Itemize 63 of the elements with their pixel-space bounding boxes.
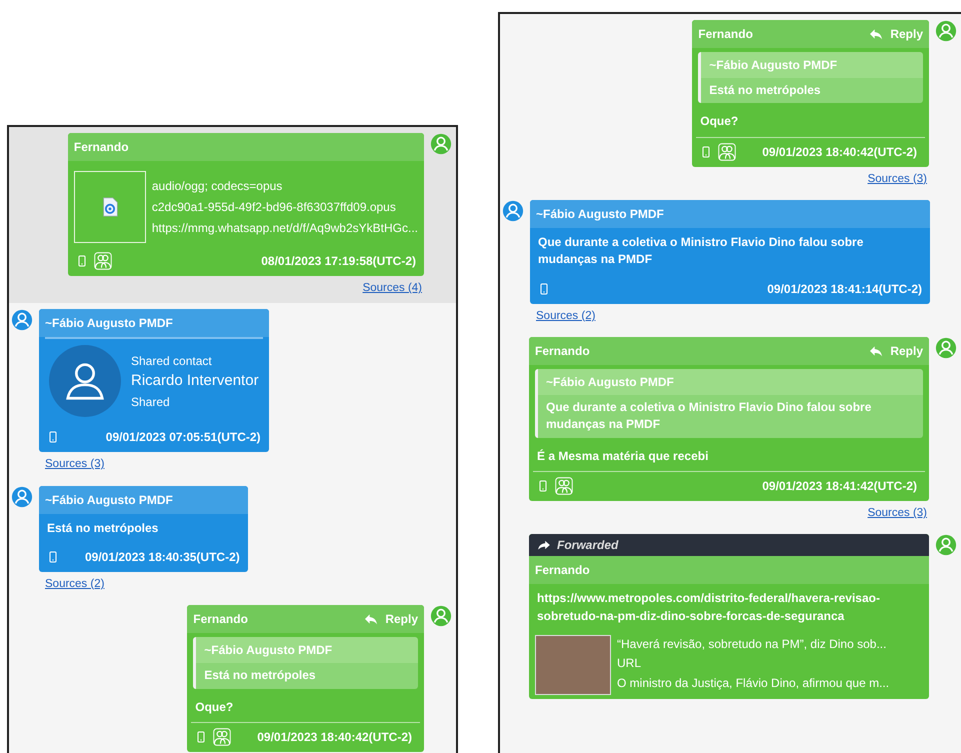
sender-name: Fernando: [535, 562, 590, 580]
avatar-icon: [502, 200, 524, 222]
avatar-icon: [430, 133, 452, 155]
selected-message-row[interactable]: Fernando audio/ogg; codecs=opus c2dc90a1-955d-49f2-bd96-8f63037ffd09.opus https://mmg.whatsapp.net/d/f/Aq9wb2sYkBtHGc... 08/01/2023 17:19:58(UTC-2) Sources (4): [9, 127, 456, 304]
quoted-text: Que durante a coletiva o Ministro Flavio Dino falou sobre mudanças na PMDF: [538, 395, 923, 438]
sources-link[interactable]: Sources (3): [868, 170, 927, 188]
quoted-sender: ~Fábio Augusto PMDF: [196, 637, 418, 664]
phone-icon: [538, 280, 550, 297]
message-text: Oque?: [194, 698, 234, 716]
message-text: É a Mesma matéria que recebi: [536, 448, 710, 465]
timestamp: 09/01/2023 18:40:42(UTC-2): [256, 728, 412, 746]
sources-link[interactable]: Sources (3): [868, 505, 927, 522]
timestamp: 09/01/2023 18:41:14(UTC-2): [766, 280, 922, 298]
avatar-icon: [430, 605, 452, 628]
avatar-icon: [11, 309, 33, 332]
contact-caption: Shared contact: [131, 353, 213, 370]
sender-name: ~Fábio Augusto PMDF: [45, 492, 173, 508]
phone-icon: [195, 728, 208, 745]
group-icon: [555, 477, 573, 496]
quoted-sender: ~Fábio Augusto PMDF: [701, 52, 923, 78]
avatar-icon: [11, 486, 33, 508]
link-type: URL: [617, 655, 642, 672]
sources-link[interactable]: Sources (3): [45, 456, 104, 474]
contact-status: Shared: [131, 394, 171, 410]
group-icon: [94, 252, 112, 270]
avatar-icon: [935, 534, 957, 556]
message-text: Está no metrópoles: [46, 520, 160, 536]
attachment-info: https://mmg.whatsapp.net/d/f/Aq9wb2sYkBtHGc...: [152, 220, 418, 236]
timestamp: 09/01/2023 18:41:42(UTC-2): [761, 478, 917, 496]
message-text: Que durante a coletiva o Ministro Flavio Dino falou sobre mudanças na PMDF: [537, 234, 864, 268]
forwarded-text: Forwarded: [557, 537, 618, 554]
group-icon: [718, 142, 736, 161]
contact-name: Ricardo Interventor: [131, 371, 259, 391]
phone-icon: [47, 548, 59, 565]
quoted-text: Está no metrópoles: [196, 663, 418, 689]
attachment-info: c2dc90a1-955d-49f2-bd96-8f63037ffd09.opus: [152, 198, 397, 216]
message-text: https://www.metropoles.com/distrito-federal/havera-revisao-sobretudo-na-pm-diz-dino-sobre-forcas-de-seguranca: [536, 590, 881, 625]
group-icon: [213, 728, 232, 746]
link-description: O ministro da Justiça, Flávio Dino, afirmou que m...: [617, 674, 890, 692]
quoted-sender: ~Fábio Augusto PMDF: [538, 369, 923, 396]
sender-name: Fernando: [698, 26, 753, 43]
sender-name: Fernando: [193, 611, 248, 628]
attachment-info: audio/ogg; codecs=opus: [152, 178, 284, 194]
phone-icon: [47, 429, 59, 446]
sender-name: ~Fábio Augusto PMDF: [45, 315, 173, 332]
phone-icon: [700, 144, 712, 160]
sender-name: ~Fábio Augusto PMDF: [536, 206, 664, 224]
avatar-icon: [935, 20, 957, 42]
avatar-icon: [935, 337, 957, 360]
message-text: Oque?: [699, 113, 740, 130]
sources-link[interactable]: Sources (2): [45, 576, 104, 594]
phone-icon: [537, 478, 549, 494]
timestamp: 09/01/2023 07:05:51(UTC-2): [104, 429, 261, 446]
phone-icon: [76, 253, 88, 269]
timestamp: 09/01/2023 18:40:42(UTC-2): [761, 144, 917, 161]
sender-name: Fernando: [74, 139, 129, 156]
timestamp: 08/01/2023 17:19:58(UTC-2): [260, 253, 416, 270]
link-title: “Haverá revisão, sobretudo na PM”, diz Dino sob...: [617, 636, 888, 654]
quoted-text: Está no metrópoles: [701, 78, 923, 104]
timestamp: 09/01/2023 18:40:35(UTC-2): [84, 548, 240, 566]
sources-link[interactable]: Sources (4): [362, 280, 422, 298]
sources-link[interactable]: Sources (2): [536, 308, 596, 326]
sender-name: Fernando: [535, 343, 590, 360]
